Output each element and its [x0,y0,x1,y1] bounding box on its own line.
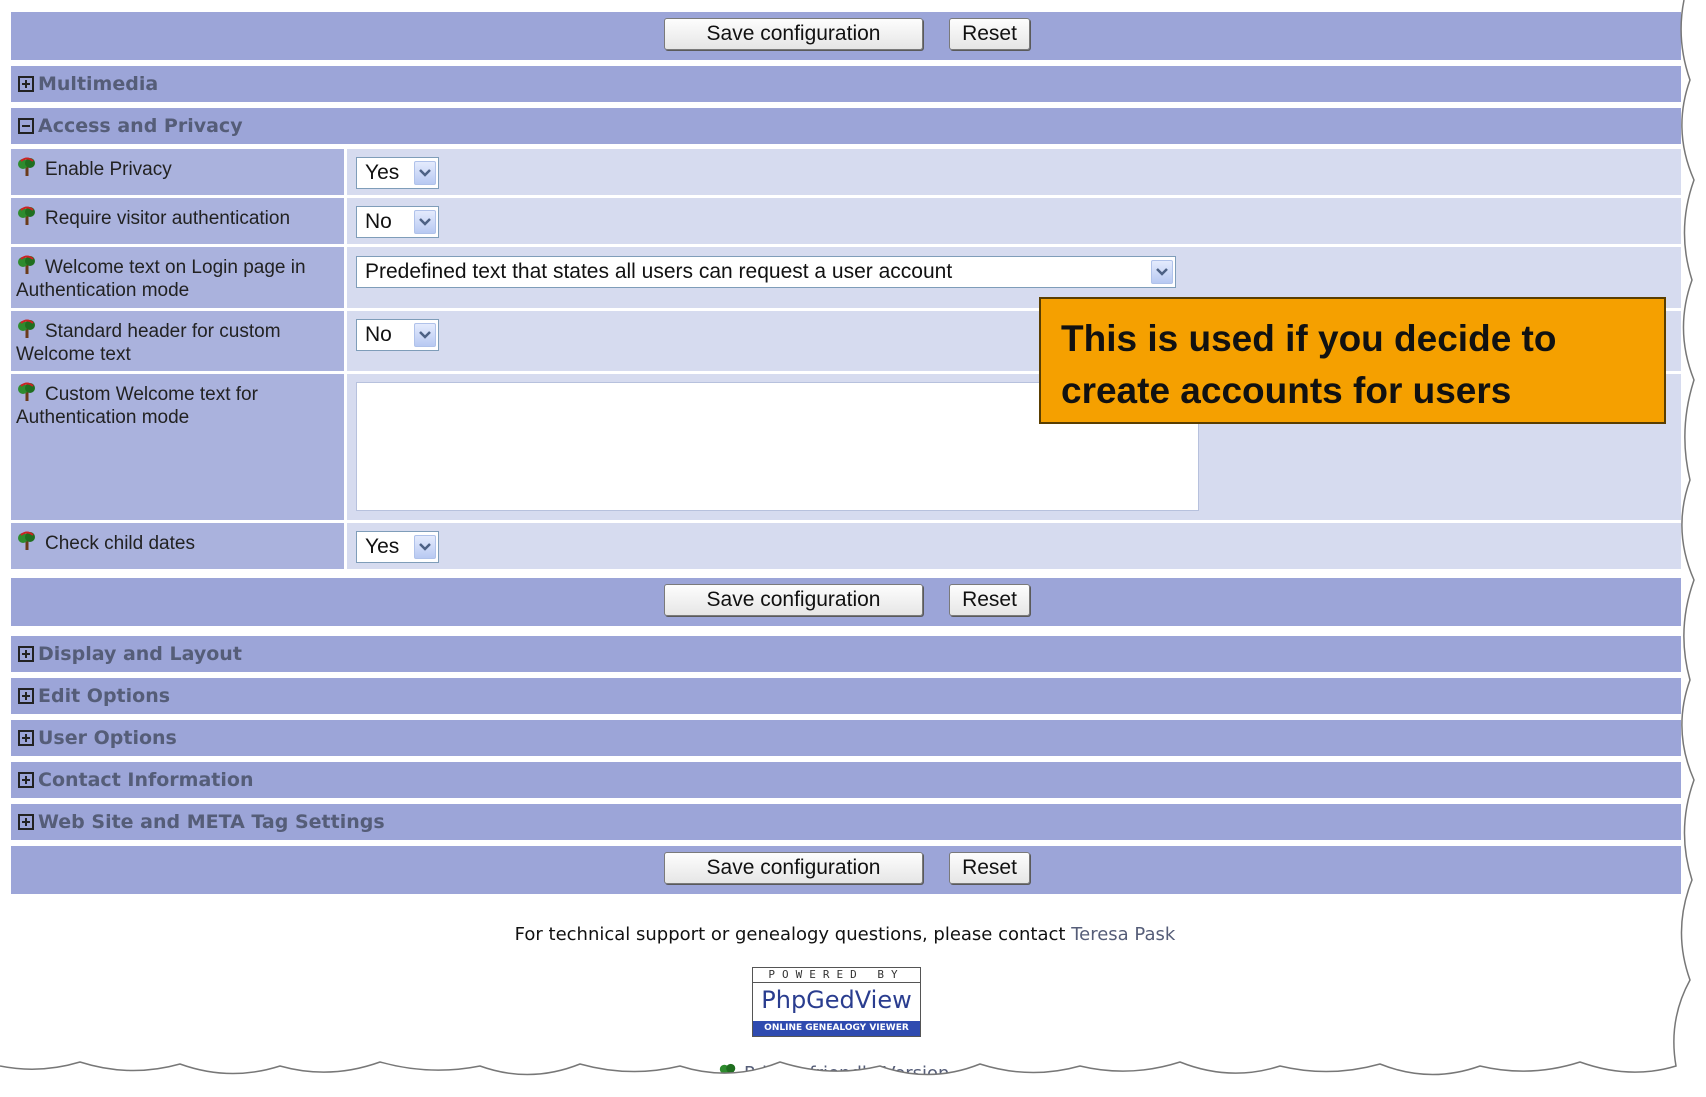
expand-icon[interactable] [18,646,34,662]
setting-row-require-authentication: Require visitor authentication No [11,198,1681,244]
expand-icon[interactable] [18,76,34,92]
setting-label-cell: Check child dates [11,523,344,569]
section-multimedia[interactable]: Multimedia [11,66,1681,102]
section-title: Web Site and META Tag Settings [38,811,385,833]
section-contact-information[interactable]: Contact Information [11,762,1681,798]
save-configuration-button[interactable]: Save configuration [664,852,923,884]
chevron-down-icon[interactable] [1151,260,1173,284]
help-tree-icon[interactable] [16,382,38,402]
help-tree-icon[interactable] [16,255,38,275]
top-button-bar: Save configuration Reset [11,12,1681,60]
expand-icon[interactable] [18,688,34,704]
setting-value-cell: No [347,198,1681,244]
setting-label: Custom Welcome text for Authentication m… [16,384,258,428]
section-display-layout[interactable]: Display and Layout [11,636,1681,672]
section-web-meta[interactable]: Web Site and META Tag Settings [11,804,1681,840]
help-tree-icon[interactable] [16,531,38,551]
setting-value-cell: Yes [347,523,1681,569]
select-value: No [365,323,392,346]
section-edit-options[interactable]: Edit Options [11,678,1681,714]
check-child-dates-select[interactable]: Yes [356,531,439,563]
chevron-down-icon[interactable] [414,161,436,185]
setting-label: Standard header for custom Welcome text [16,321,281,365]
help-tree-icon[interactable] [16,206,38,226]
setting-value-cell: Yes [347,149,1681,195]
collapse-icon[interactable] [18,118,34,134]
setting-label: Require visitor authentication [45,208,291,229]
setting-label: Enable Privacy [45,159,172,180]
middle-button-bar: Save configuration Reset [11,578,1681,626]
section-user-options[interactable]: User Options [11,720,1681,756]
setting-label-cell: Enable Privacy [11,149,344,195]
enable-privacy-select[interactable]: Yes [356,157,439,189]
reset-button[interactable]: Reset [949,584,1030,616]
contact-link[interactable]: Teresa Pask [1071,924,1175,945]
standard-header-select[interactable]: No [356,319,439,351]
expand-icon[interactable] [18,730,34,746]
setting-row-check-child-dates: Check child dates Yes [11,523,1681,569]
reset-button[interactable]: Reset [949,852,1030,884]
setting-row-enable-privacy: Enable Privacy Yes [11,149,1681,195]
tree-icon [719,1063,736,1081]
chevron-down-icon[interactable] [414,535,436,559]
logo-brand-text: PhpGedView [761,986,912,1014]
section-title: Multimedia [38,73,159,95]
printer-friendly-link[interactable]: Printer-friendly Version [718,1062,949,1084]
setting-label-cell: Welcome text on Login page in Authentica… [11,247,344,308]
welcome-text-select[interactable]: Predefined text that states all users ca… [356,256,1176,288]
phpgedview-logo[interactable]: POWERED BY PhpGedView ONLINE GENEALOGY V… [752,967,921,1037]
chevron-down-icon[interactable] [414,210,436,234]
require-authentication-select[interactable]: No [356,206,439,238]
section-title: Display and Layout [38,643,242,665]
setting-label-cell: Standard header for custom Welcome text [11,311,344,371]
select-value: Yes [365,535,400,558]
logo-powered-text: POWERED BY [753,968,920,983]
section-title: Edit Options [38,685,171,707]
select-value: No [365,210,392,233]
setting-label-cell: Require visitor authentication [11,198,344,244]
section-access-privacy[interactable]: Access and Privacy [11,108,1681,144]
printer-link-label: Printer-friendly Version [744,1063,950,1084]
expand-icon[interactable] [18,772,34,788]
bottom-button-bar: Save configuration Reset [11,846,1681,894]
help-tree-icon[interactable] [16,157,38,177]
help-tree-icon[interactable] [16,319,38,339]
reset-button[interactable]: Reset [949,18,1030,50]
select-value: Predefined text that states all users ca… [365,260,953,283]
setting-label: Check child dates [45,533,195,554]
expand-icon[interactable] [18,814,34,830]
section-title: Access and Privacy [38,115,243,137]
support-text: For technical support or genealogy quest… [0,924,1690,945]
callout-note: This is used if you decide to create acc… [1039,297,1666,424]
save-configuration-button[interactable]: Save configuration [664,584,923,616]
select-value: Yes [365,161,400,184]
logo-subtitle: ONLINE GENEALOGY VIEWER [753,1021,920,1036]
support-message: For technical support or genealogy quest… [514,924,1066,945]
setting-label-cell: Custom Welcome text for Authentication m… [11,374,344,520]
chevron-down-icon[interactable] [414,323,436,347]
section-title: Contact Information [38,769,254,791]
save-configuration-button[interactable]: Save configuration [664,18,923,50]
setting-label: Welcome text on Login page in Authentica… [16,257,306,301]
section-title: User Options [38,727,177,749]
